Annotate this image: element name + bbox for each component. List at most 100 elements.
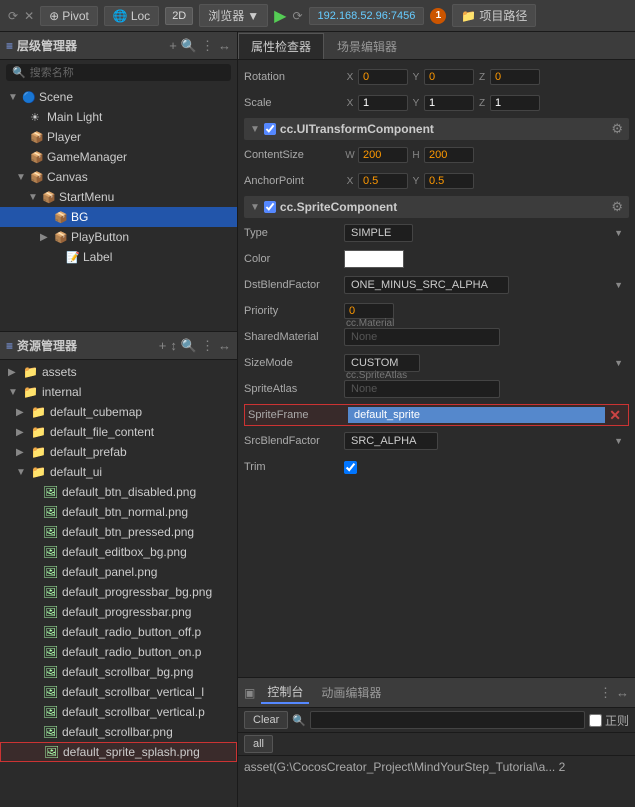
tree-item-player[interactable]: 📦 Player bbox=[0, 127, 237, 147]
priority-input[interactable] bbox=[344, 303, 394, 319]
tree-item-bg[interactable]: 📦 BG bbox=[0, 207, 237, 227]
rotation-y-input[interactable] bbox=[424, 69, 474, 85]
asset-add-btn[interactable]: + bbox=[159, 338, 167, 353]
type-dropdown[interactable]: SIMPLE bbox=[344, 224, 413, 242]
local-icon: 🌐 bbox=[113, 9, 128, 23]
collapse-arrow-icon[interactable]: ▼ bbox=[250, 202, 260, 213]
asset-item-progressbar-bg[interactable]: 🖼 default_progressbar_bg.png bbox=[0, 582, 237, 602]
tree-item-scene[interactable]: ▼ 🔵 Scene bbox=[0, 87, 237, 107]
asset-item-file-content[interactable]: ▶ 📁 default_file_content bbox=[0, 422, 237, 442]
tree-item-canvas[interactable]: ▼ 📦 Canvas bbox=[0, 167, 237, 187]
shared-material-input[interactable] bbox=[344, 328, 500, 346]
sprite-frame-clear-btn[interactable]: ✕ bbox=[605, 407, 625, 424]
asset-item-prefab[interactable]: ▶ 📁 default_prefab bbox=[0, 442, 237, 462]
browser-button[interactable]: 浏览器 ▼ bbox=[199, 4, 268, 27]
tree-item-startmenu[interactable]: ▼ 📦 StartMenu bbox=[0, 187, 237, 207]
pivot-button[interactable]: ⊕ Pivot bbox=[40, 6, 98, 26]
asset-menu-btn[interactable]: ⋮ bbox=[201, 338, 214, 354]
asset-item-btn-normal[interactable]: 🖼 default_btn_normal.png bbox=[0, 502, 237, 522]
asset-expand-btn[interactable]: ↔ bbox=[218, 338, 231, 353]
sprite-atlas-wrap: cc.SpriteAtlas bbox=[344, 380, 629, 398]
scale-z-input[interactable] bbox=[490, 95, 540, 111]
asset-item-panel[interactable]: 🖼 default_panel.png bbox=[0, 562, 237, 582]
rotation-x-input[interactable] bbox=[358, 69, 408, 85]
stop-icon[interactable]: ✕ bbox=[24, 9, 34, 23]
sprite-atlas-input[interactable] bbox=[344, 380, 500, 398]
all-filter-button[interactable]: all bbox=[244, 735, 273, 753]
asset-actions: + ↕ 🔍 ⋮ ↔ bbox=[159, 338, 231, 354]
asset-item-scrollbar[interactable]: 🖼 default_scrollbar.png bbox=[0, 722, 237, 742]
gear-icon[interactable]: ⚙ bbox=[611, 121, 623, 137]
folder-icon: 📁 bbox=[23, 365, 39, 379]
notification-badge[interactable]: 1 bbox=[430, 8, 446, 24]
tab-console[interactable]: 控制台 bbox=[261, 681, 309, 704]
x-axis-label: X bbox=[344, 72, 356, 83]
asset-item-default-ui[interactable]: ▼ 📁 default_ui bbox=[0, 462, 237, 482]
tab-properties[interactable]: 属性检查器 bbox=[238, 33, 324, 59]
image-icon: 🖼 bbox=[43, 585, 59, 599]
sprite-frame-input[interactable] bbox=[348, 407, 605, 423]
asset-item-radio-off[interactable]: 🖼 default_radio_button_off.p bbox=[0, 622, 237, 642]
tab-scene-editor[interactable]: 场景编辑器 bbox=[324, 33, 410, 59]
asset-item-label: default_editbox_bg.png bbox=[62, 545, 187, 559]
color-swatch[interactable] bbox=[344, 250, 404, 268]
asset-search-btn[interactable]: 🔍 bbox=[181, 338, 197, 354]
asset-item-scrollbar-vertical-p[interactable]: 🖼 default_scrollbar_vertical.p bbox=[0, 702, 237, 722]
asset-item-cubemap[interactable]: ▶ 📁 default_cubemap bbox=[0, 402, 237, 422]
tree-item-main-light[interactable]: ☀ Main Light bbox=[0, 107, 237, 127]
console-filter-input[interactable] bbox=[310, 711, 585, 729]
asset-item-assets[interactable]: ▶ 📁 assets bbox=[0, 362, 237, 382]
regex-checkbox[interactable] bbox=[589, 714, 602, 727]
rotation-z-input[interactable] bbox=[490, 69, 540, 85]
content-size-w-input[interactable] bbox=[358, 147, 408, 163]
scale-y-input[interactable] bbox=[424, 95, 474, 111]
play-icon[interactable]: ▶ bbox=[274, 6, 286, 26]
gear-icon[interactable]: ⚙ bbox=[611, 199, 623, 215]
asset-item-btn-pressed[interactable]: 🖼 default_btn_pressed.png bbox=[0, 522, 237, 542]
tree-item-gamemanager[interactable]: 📦 GameManager bbox=[0, 147, 237, 167]
hierarchy-search-input[interactable] bbox=[30, 67, 225, 79]
content-size-h-input[interactable] bbox=[424, 147, 474, 163]
hierarchy-menu-btn[interactable]: ⋮ bbox=[201, 38, 214, 54]
dropdown-icon: ▼ bbox=[247, 9, 259, 23]
asset-item-editbox[interactable]: 🖼 default_editbox_bg.png bbox=[0, 542, 237, 562]
hierarchy-add-btn[interactable]: + bbox=[169, 38, 177, 53]
asset-item-scrollbar-vertical-l[interactable]: 🖼 default_scrollbar_vertical_l bbox=[0, 682, 237, 702]
asset-item-scrollbar-bg[interactable]: 🖼 default_scrollbar_bg.png bbox=[0, 662, 237, 682]
asset-sort-btn[interactable]: ↕ bbox=[170, 338, 177, 353]
ui-transform-checkbox[interactable] bbox=[264, 123, 276, 135]
asset-item-progressbar[interactable]: 🖼 default_progressbar.png bbox=[0, 602, 237, 622]
anchor-x-input[interactable] bbox=[358, 173, 408, 189]
folder-icon: 📁 bbox=[23, 385, 39, 399]
asset-item-internal[interactable]: ▼ 📁 internal bbox=[0, 382, 237, 402]
asset-item-btn-disabled[interactable]: 🖼 default_btn_disabled.png bbox=[0, 482, 237, 502]
collapse-arrow-icon[interactable]: ▼ bbox=[250, 124, 260, 135]
tree-item-playbutton[interactable]: ▶ 📦 PlayButton bbox=[0, 227, 237, 247]
scale-x-input[interactable] bbox=[358, 95, 408, 111]
tree-item-label: Scene bbox=[39, 90, 73, 104]
tab-animation[interactable]: 动画编辑器 bbox=[315, 682, 387, 703]
src-blend-label: SrcBlendFactor bbox=[244, 435, 344, 447]
local-button[interactable]: 🌐 Loc bbox=[104, 6, 159, 26]
src-blend-dropdown[interactable]: SRC_ALPHA bbox=[344, 432, 438, 450]
main-area: ≡ 层级管理器 + 🔍 ⋮ ↔ 🔍 ▼ 🔵 bbox=[0, 32, 635, 807]
sprite-checkbox[interactable] bbox=[264, 201, 276, 213]
asset-item-radio-on[interactable]: 🖼 default_radio_button_on.p bbox=[0, 642, 237, 662]
project-path-button[interactable]: 📁 项目路径 bbox=[452, 4, 536, 27]
hierarchy-expand-btn[interactable]: ↔ bbox=[218, 38, 231, 53]
dst-blend-dropdown[interactable]: ONE_MINUS_SRC_ALPHA bbox=[344, 276, 509, 294]
2d-mode-button[interactable]: 2D bbox=[165, 7, 193, 25]
hierarchy-search-btn[interactable]: 🔍 bbox=[181, 38, 197, 54]
reload-icon[interactable]: ⟳ bbox=[8, 9, 18, 23]
folder-icon: 📁 bbox=[461, 9, 476, 23]
reload2-icon[interactable]: ⟳ bbox=[292, 9, 302, 23]
clear-button[interactable]: Clear bbox=[244, 711, 288, 729]
console-expand-btn[interactable]: ↔ bbox=[616, 685, 629, 701]
asset-item-sprite-splash[interactable]: 🖼 default_sprite_splash.png bbox=[0, 742, 237, 762]
anchor-y-input[interactable] bbox=[424, 173, 474, 189]
node-icon: 📦 bbox=[30, 171, 44, 184]
console-menu-btn[interactable]: ⋮ bbox=[599, 685, 612, 701]
trim-checkbox[interactable] bbox=[344, 461, 357, 474]
node-icon: 📦 bbox=[54, 231, 68, 244]
tree-item-label[interactable]: 📝 Label bbox=[0, 247, 237, 267]
